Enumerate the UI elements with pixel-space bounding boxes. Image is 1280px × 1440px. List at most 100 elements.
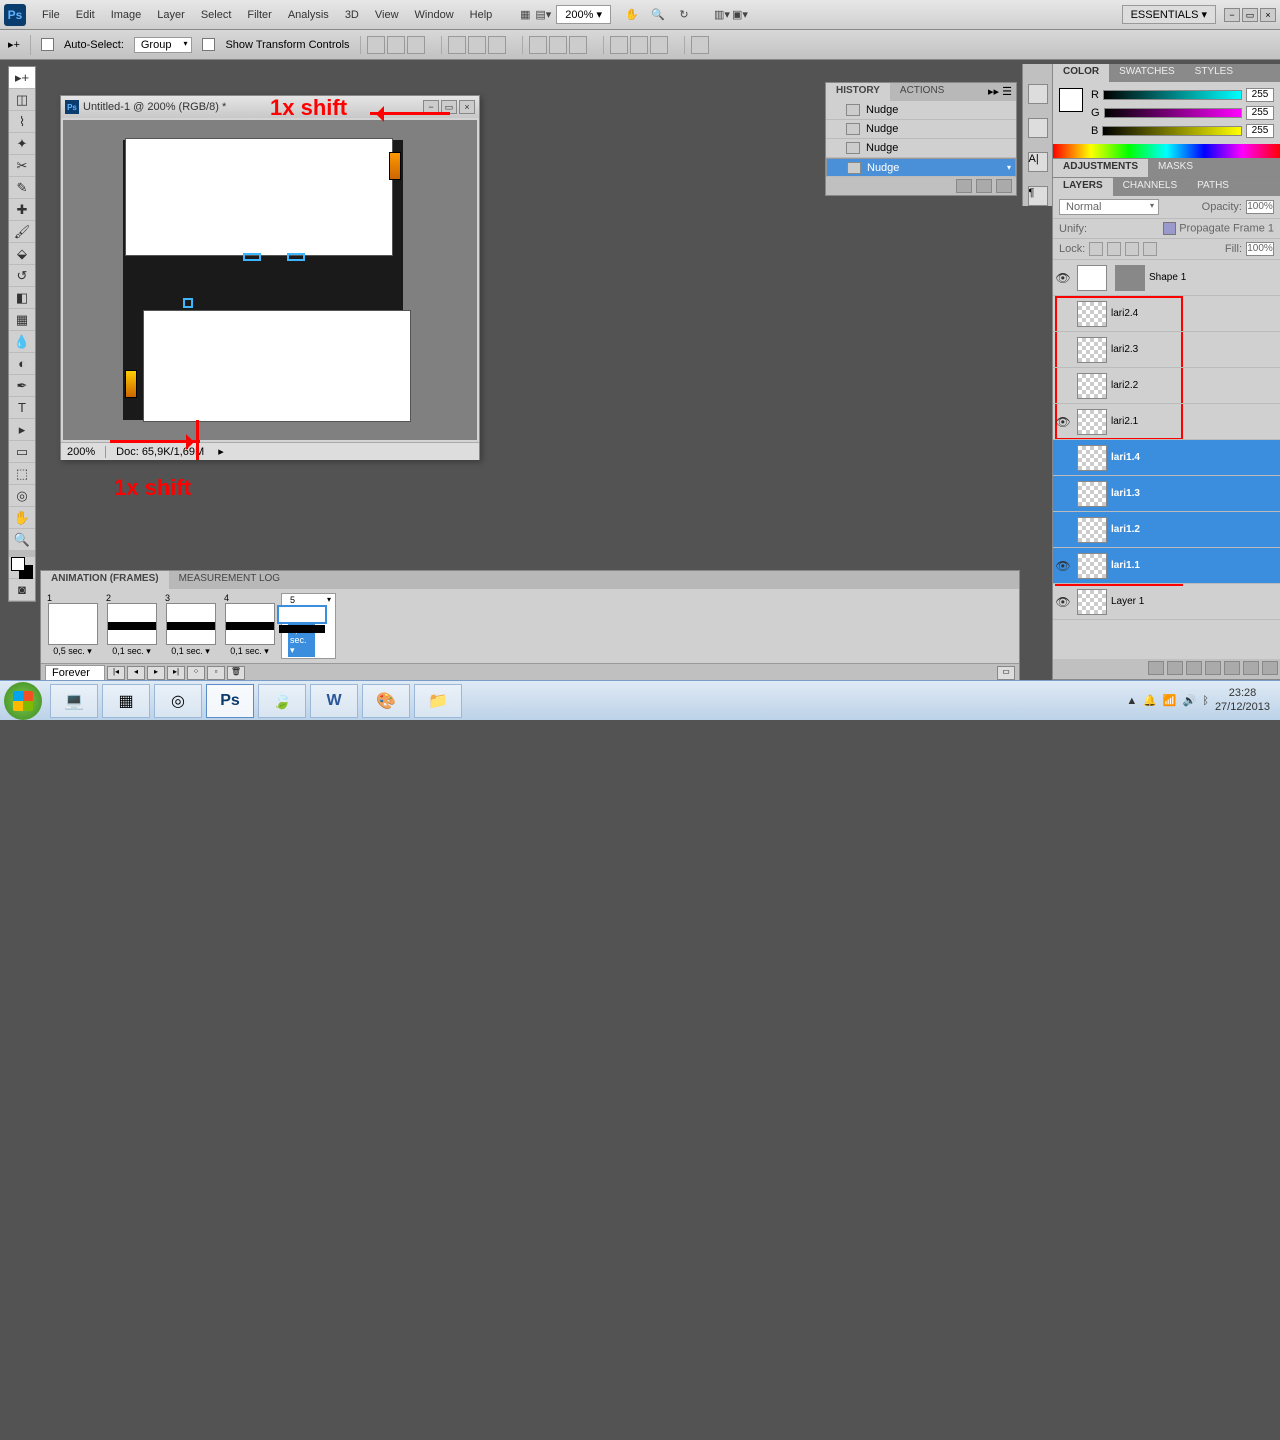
fill-value[interactable]: 100% [1246, 242, 1274, 256]
tab-channels[interactable]: CHANNELS [1113, 178, 1187, 196]
lock-icon[interactable] [1143, 242, 1157, 256]
menu-3d[interactable]: 3D [337, 5, 367, 25]
lock-icon[interactable] [1125, 242, 1139, 256]
layer-row[interactable]: 👁Shape 1 [1053, 260, 1280, 296]
restore-button[interactable]: ▭ [1242, 8, 1258, 22]
new-frame-button[interactable]: ▫ [207, 666, 225, 680]
taskbar-app[interactable]: ▦ [102, 684, 150, 718]
history-delete-icon[interactable] [996, 179, 1012, 193]
auto-select-mode[interactable]: Group [134, 37, 193, 53]
tab-measurement[interactable]: MEASUREMENT LOG [169, 571, 291, 589]
minimize-button[interactable]: − [1224, 8, 1240, 22]
animation-frame[interactable]: 20,1 sec. ▾ [104, 593, 159, 659]
tray-icon[interactable]: 🔊 [1183, 694, 1197, 707]
zoom-level[interactable]: 200% ▾ [556, 5, 611, 24]
layer-row[interactable]: lari1.4 [1053, 440, 1280, 476]
layer-row[interactable]: lari1.2 [1053, 512, 1280, 548]
history-item[interactable]: Nudge [826, 139, 1016, 158]
eraser-tool[interactable]: ◧ [9, 287, 35, 309]
distribute-icon[interactable] [630, 36, 648, 54]
tab-paths[interactable]: PATHS [1187, 178, 1239, 196]
dodge-tool[interactable]: ◐ [9, 353, 35, 375]
delete-frame-button[interactable]: 🗑 [227, 666, 245, 680]
visibility-toggle[interactable]: 👁 [1053, 559, 1073, 573]
screen-icon[interactable]: ▣▾ [731, 6, 749, 24]
history-snapshot-icon[interactable] [956, 179, 972, 193]
gradient-tool[interactable]: ▦ [9, 309, 35, 331]
lock-icon[interactable] [1089, 242, 1103, 256]
layer-row[interactable]: 👁Layer 1 [1053, 584, 1280, 620]
brush-tool[interactable]: 🖌 [9, 221, 35, 243]
distribute-icon[interactable] [569, 36, 587, 54]
taskbar-explorer[interactable]: 📁 [414, 684, 462, 718]
tab-history[interactable]: HISTORY [826, 83, 890, 101]
animation-frame[interactable]: 30,1 sec. ▾ [163, 593, 218, 659]
blend-mode-select[interactable]: Normal [1059, 199, 1159, 215]
tab-swatches[interactable]: SWATCHES [1109, 64, 1185, 82]
tray-icon[interactable]: 📶 [1163, 694, 1177, 707]
g-slider[interactable] [1104, 108, 1242, 118]
menu-analysis[interactable]: Analysis [280, 5, 337, 25]
align-icon[interactable] [387, 36, 405, 54]
menu-help[interactable]: Help [462, 5, 501, 25]
layer-row[interactable]: lari2.4 [1053, 296, 1280, 332]
taskbar-photoshop[interactable]: Ps [206, 684, 254, 718]
tab-masks[interactable]: MASKS [1148, 159, 1203, 177]
timeline-mode-button[interactable]: ▭ [997, 666, 1015, 680]
healing-tool[interactable]: ✚ [9, 199, 35, 221]
visibility-toggle[interactable]: 👁 [1053, 595, 1073, 609]
collapsed-icon[interactable]: ¶ [1028, 186, 1048, 206]
arrange-icon[interactable]: ▥▾ [713, 6, 731, 24]
hand-tool[interactable]: ✋ [9, 507, 35, 529]
type-tool[interactable]: T [9, 397, 35, 419]
lasso-tool[interactable]: ⌇ [9, 111, 35, 133]
tab-adjustments[interactable]: ADJUSTMENTS [1053, 159, 1148, 177]
taskbar-chrome[interactable]: ◎ [154, 684, 202, 718]
history-new-icon[interactable] [976, 179, 992, 193]
tab-layers[interactable]: LAYERS [1053, 178, 1113, 196]
next-frame-button[interactable]: ▸| [167, 666, 185, 680]
rotate-icon[interactable]: ↻ [675, 6, 693, 24]
transform-checkbox[interactable] [202, 38, 215, 51]
zoom-icon[interactable]: 🔍 [649, 6, 667, 24]
start-button[interactable] [4, 682, 42, 720]
zoom-tool[interactable]: 🔍 [9, 529, 35, 551]
menu-view[interactable]: View [367, 5, 407, 25]
r-value[interactable]: 255 [1246, 88, 1274, 102]
workspace-switcher[interactable]: ESSENTIALS ▾ [1122, 5, 1216, 24]
menu-select[interactable]: Select [193, 5, 240, 25]
layer-row[interactable]: lari1.3 [1053, 476, 1280, 512]
menu-edit[interactable]: Edit [68, 5, 103, 25]
move-tool[interactable]: ▸+ [9, 67, 35, 89]
lock-icon[interactable] [1107, 242, 1121, 256]
panel-menu-icon[interactable]: ▸▸ ☰ [984, 83, 1016, 101]
visibility-toggle[interactable]: 👁 [1053, 271, 1073, 285]
tray-icon[interactable]: 🔔 [1143, 694, 1157, 707]
delete-layer-icon[interactable] [1262, 661, 1278, 675]
r-slider[interactable] [1103, 90, 1242, 100]
marquee-tool[interactable]: ◫ [9, 89, 35, 111]
history-item[interactable]: Nudge [826, 101, 1016, 120]
distribute-icon[interactable] [610, 36, 628, 54]
menu-image[interactable]: Image [103, 5, 150, 25]
distribute-icon[interactable] [549, 36, 567, 54]
history-item[interactable]: Nudge [826, 120, 1016, 139]
layer-mask-icon[interactable] [1186, 661, 1202, 675]
group-icon[interactable] [1224, 661, 1240, 675]
distribute-icon[interactable] [650, 36, 668, 54]
taskbar-app[interactable]: 🍃 [258, 684, 306, 718]
tray-icon[interactable]: ▲ [1126, 695, 1137, 707]
animation-frame[interactable]: 50,1 sec. ▾ [281, 593, 336, 659]
b-slider[interactable] [1102, 126, 1242, 136]
color-spectrum[interactable] [1053, 144, 1280, 158]
layer-row[interactable]: 👁lari1.1 [1053, 548, 1280, 584]
color-swatch[interactable] [1059, 88, 1083, 112]
taskbar-paint[interactable]: 🎨 [362, 684, 410, 718]
taskbar-word[interactable]: W [310, 684, 358, 718]
align-icon[interactable] [468, 36, 486, 54]
adjustment-layer-icon[interactable] [1205, 661, 1221, 675]
collapsed-icon[interactable]: A| [1028, 152, 1048, 172]
quickmask-tool[interactable]: ◙ [9, 579, 35, 601]
tray-icon[interactable]: ᛒ [1202, 695, 1209, 707]
menu-window[interactable]: Window [407, 5, 462, 25]
